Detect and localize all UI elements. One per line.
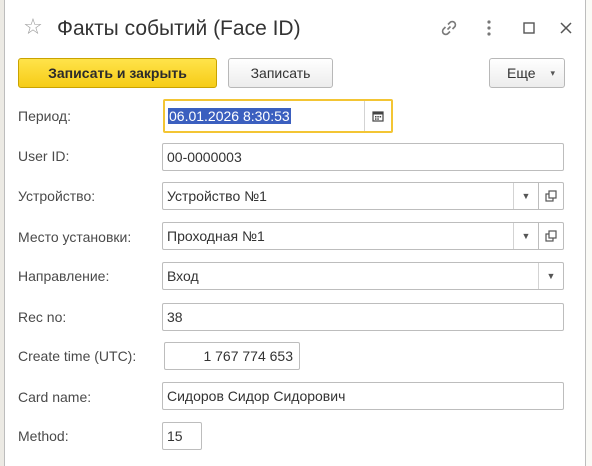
card-name-label: Card name: xyxy=(18,389,92,405)
period-field[interactable]: 06.01.2026 8:30:53 xyxy=(163,99,393,133)
device-select[interactable]: Устройство №1 ▼ xyxy=(162,182,539,210)
star-icon[interactable]: ☆ xyxy=(21,15,45,39)
direction-label: Направление: xyxy=(18,268,110,284)
more-vertical-icon[interactable] xyxy=(479,18,499,38)
title-bar: ☆ Факты событий (Face ID) xyxy=(5,0,585,52)
link-icon[interactable] xyxy=(439,18,459,38)
card-name-field[interactable]: Сидоров Сидор Сидорович xyxy=(162,382,564,410)
create-time-field[interactable]: 1 767 774 653 xyxy=(164,342,300,370)
create-time-label: Create time (UTC): xyxy=(18,348,137,364)
location-select[interactable]: Проходная №1 ▼ xyxy=(162,222,539,250)
period-label: Период: xyxy=(18,108,71,124)
location-label: Место установки: xyxy=(18,229,132,245)
chevron-down-icon: ▾ xyxy=(550,68,555,78)
user-id-label: User ID: xyxy=(18,148,70,164)
dialog-window: ☆ Факты событий (Face ID) Записать и зак… xyxy=(4,0,586,466)
direction-select[interactable]: Вход ▼ xyxy=(162,262,564,290)
chevron-down-icon[interactable]: ▼ xyxy=(538,263,563,289)
window-title: Факты событий (Face ID) xyxy=(57,17,301,40)
location-value: Проходная №1 xyxy=(167,228,265,244)
more-button-label: Еще xyxy=(507,65,536,81)
direction-value: Вход xyxy=(167,268,199,284)
user-id-field[interactable]: 00-0000003 xyxy=(162,143,564,171)
device-label: Устройство: xyxy=(18,188,96,204)
calendar-icon[interactable] xyxy=(364,101,391,131)
maximize-icon[interactable] xyxy=(519,18,539,38)
close-icon[interactable] xyxy=(556,18,576,38)
period-value: 06.01.2026 8:30:53 xyxy=(168,108,291,124)
more-button[interactable]: Еще ▾ xyxy=(489,58,565,88)
open-device-button[interactable] xyxy=(539,182,564,210)
chevron-down-icon[interactable]: ▼ xyxy=(513,223,538,249)
method-label: Method: xyxy=(18,428,69,444)
open-location-button[interactable] xyxy=(539,222,564,250)
rec-no-field[interactable]: 38 xyxy=(162,303,564,331)
save-and-close-button[interactable]: Записать и закрыть xyxy=(18,58,217,88)
open-window-icon xyxy=(545,230,557,242)
device-value: Устройство №1 xyxy=(167,188,267,204)
save-button[interactable]: Записать xyxy=(228,58,333,88)
open-window-icon xyxy=(545,190,557,202)
chevron-down-icon[interactable]: ▼ xyxy=(513,183,538,209)
method-field[interactable]: 15 xyxy=(162,422,202,450)
rec-no-label: Rec no: xyxy=(18,309,67,325)
